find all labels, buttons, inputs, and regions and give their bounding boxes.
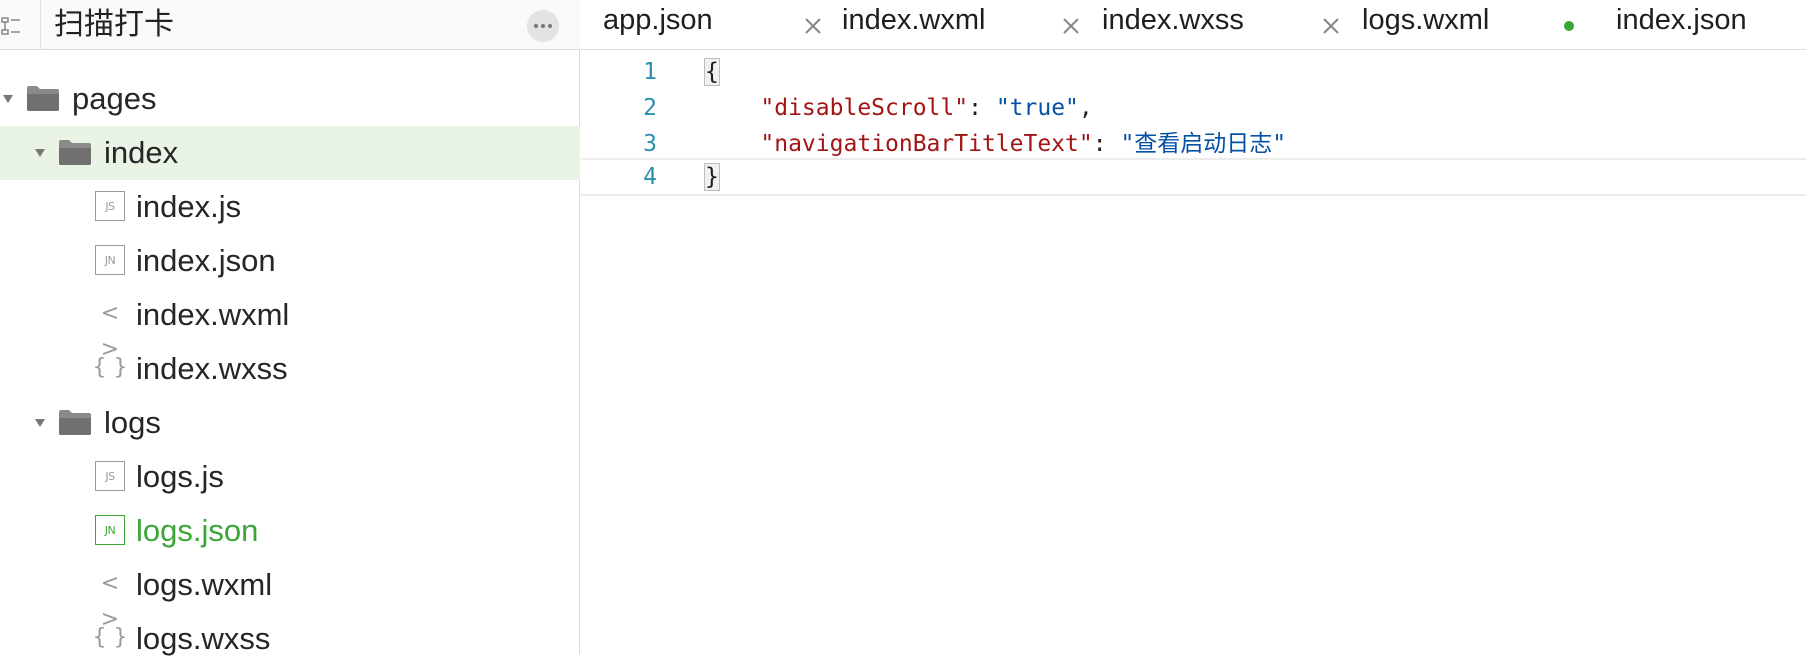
tree-label: logs.js [136,459,224,494]
json-file-icon: JN [95,245,125,275]
line-content: } [704,159,720,195]
header-divider [40,0,41,50]
tab-app-json[interactable]: app.json [581,0,831,50]
tree-file-logs-wxml[interactable]: < > logs.wxml [0,558,580,632]
matched-brace: { [704,58,720,86]
tree-folder-pages[interactable]: pages [0,72,580,126]
line-content: { [704,54,720,90]
tree-label: index.wxss [136,351,288,386]
tab-label: logs.wxml [1362,4,1490,36]
json-colon: : [968,95,996,121]
folder-icon [59,140,91,165]
close-icon[interactable] [1059,14,1083,38]
tree-folder-logs[interactable]: logs [0,396,580,450]
tree-label: logs [104,405,161,440]
wxml-file-icon: < > [100,571,120,632]
tree-label: index.json [136,243,276,278]
tab-label: index.wxml [842,4,986,36]
wxml-file-icon: < > [100,301,120,362]
editor-tab-bar: app.json index.wxml index.wxss logs.wxml… [581,0,1806,50]
tree-file-index-wxml[interactable]: < > index.wxml [0,288,580,362]
project-header: 扫描打卡 [0,0,580,50]
tab-index-json[interactable]: index.json [1601,0,1806,50]
tree-file-logs-js[interactable]: JS logs.js [0,450,580,504]
more-options-icon[interactable] [527,10,559,42]
tree-label: index [104,135,179,170]
tab-label: app.json [603,4,713,36]
js-file-icon: JS [95,191,125,221]
close-icon[interactable] [801,14,825,38]
folder-icon [27,86,59,111]
json-comma: , [1078,95,1093,121]
wxss-file-icon: { } [92,355,128,380]
toggle-tree-icon[interactable] [0,6,38,44]
code-line: 3 "navigationBarTitleText": "查看启动日志" [581,126,1806,162]
tab-index-wxss[interactable]: index.wxss [1091,0,1351,50]
tab-label: index.wxss [1102,4,1244,36]
code-line: 2 "disableScroll": "true", [581,90,1806,126]
tree-file-index-wxss[interactable]: { } index.wxss [0,342,580,396]
caret-down-icon[interactable] [35,419,45,427]
current-code-line: 4 } [581,158,1806,196]
tree-label: index.js [136,189,242,224]
tree-label: logs.wxml [136,567,273,602]
folder-icon [59,410,91,435]
tree-file-index-json[interactable]: JN index.json [0,234,580,288]
json-value: "true" [995,95,1079,121]
caret-down-icon[interactable] [35,149,45,157]
line-number: 2 [643,95,657,121]
json-key: "disableScroll" [760,95,969,121]
json-key: "navigationBarTitleText" [760,131,1093,157]
file-explorer: 扫描打卡 pages index JS index.js JN index.js… [0,0,580,656]
wxss-file-icon: { } [92,625,128,650]
tab-index-wxml[interactable]: index.wxml [831,0,1091,50]
code-editor[interactable]: 1 { 2 "disableScroll": "true", 3 "naviga… [581,50,1806,654]
tree-label-active: logs.json [136,513,259,548]
line-number: 1 [643,59,657,85]
json-value: "查看启动日志" [1120,131,1287,157]
json-colon: : [1092,131,1121,157]
tree-label: index.wxml [136,297,290,332]
close-icon[interactable] [1319,14,1343,38]
js-file-icon: JS [95,461,125,491]
line-number: 3 [643,131,657,157]
tree-file-logs-json[interactable]: JN logs.json [0,504,580,558]
line-content: "disableScroll": "true", [705,90,1093,126]
line-content: "navigationBarTitleText": "查看启动日志" [705,126,1286,162]
matched-brace: } [704,163,720,191]
json-file-icon: JN [95,515,125,545]
line-number: 4 [643,164,657,190]
tree-folder-index[interactable]: index [0,126,580,180]
tree-file-index-js[interactable]: JS index.js [0,180,580,234]
tree-file-logs-wxss[interactable]: { } logs.wxss [0,612,580,666]
code-line: 1 { [581,54,1806,90]
tab-logs-wxml[interactable]: logs.wxml [1351,0,1601,50]
project-title: 扫描打卡 [54,8,174,41]
tree-label: pages [72,81,157,116]
unsaved-dot-icon [1564,21,1574,31]
tab-label: index.json [1616,4,1747,36]
caret-down-icon[interactable] [3,95,13,103]
